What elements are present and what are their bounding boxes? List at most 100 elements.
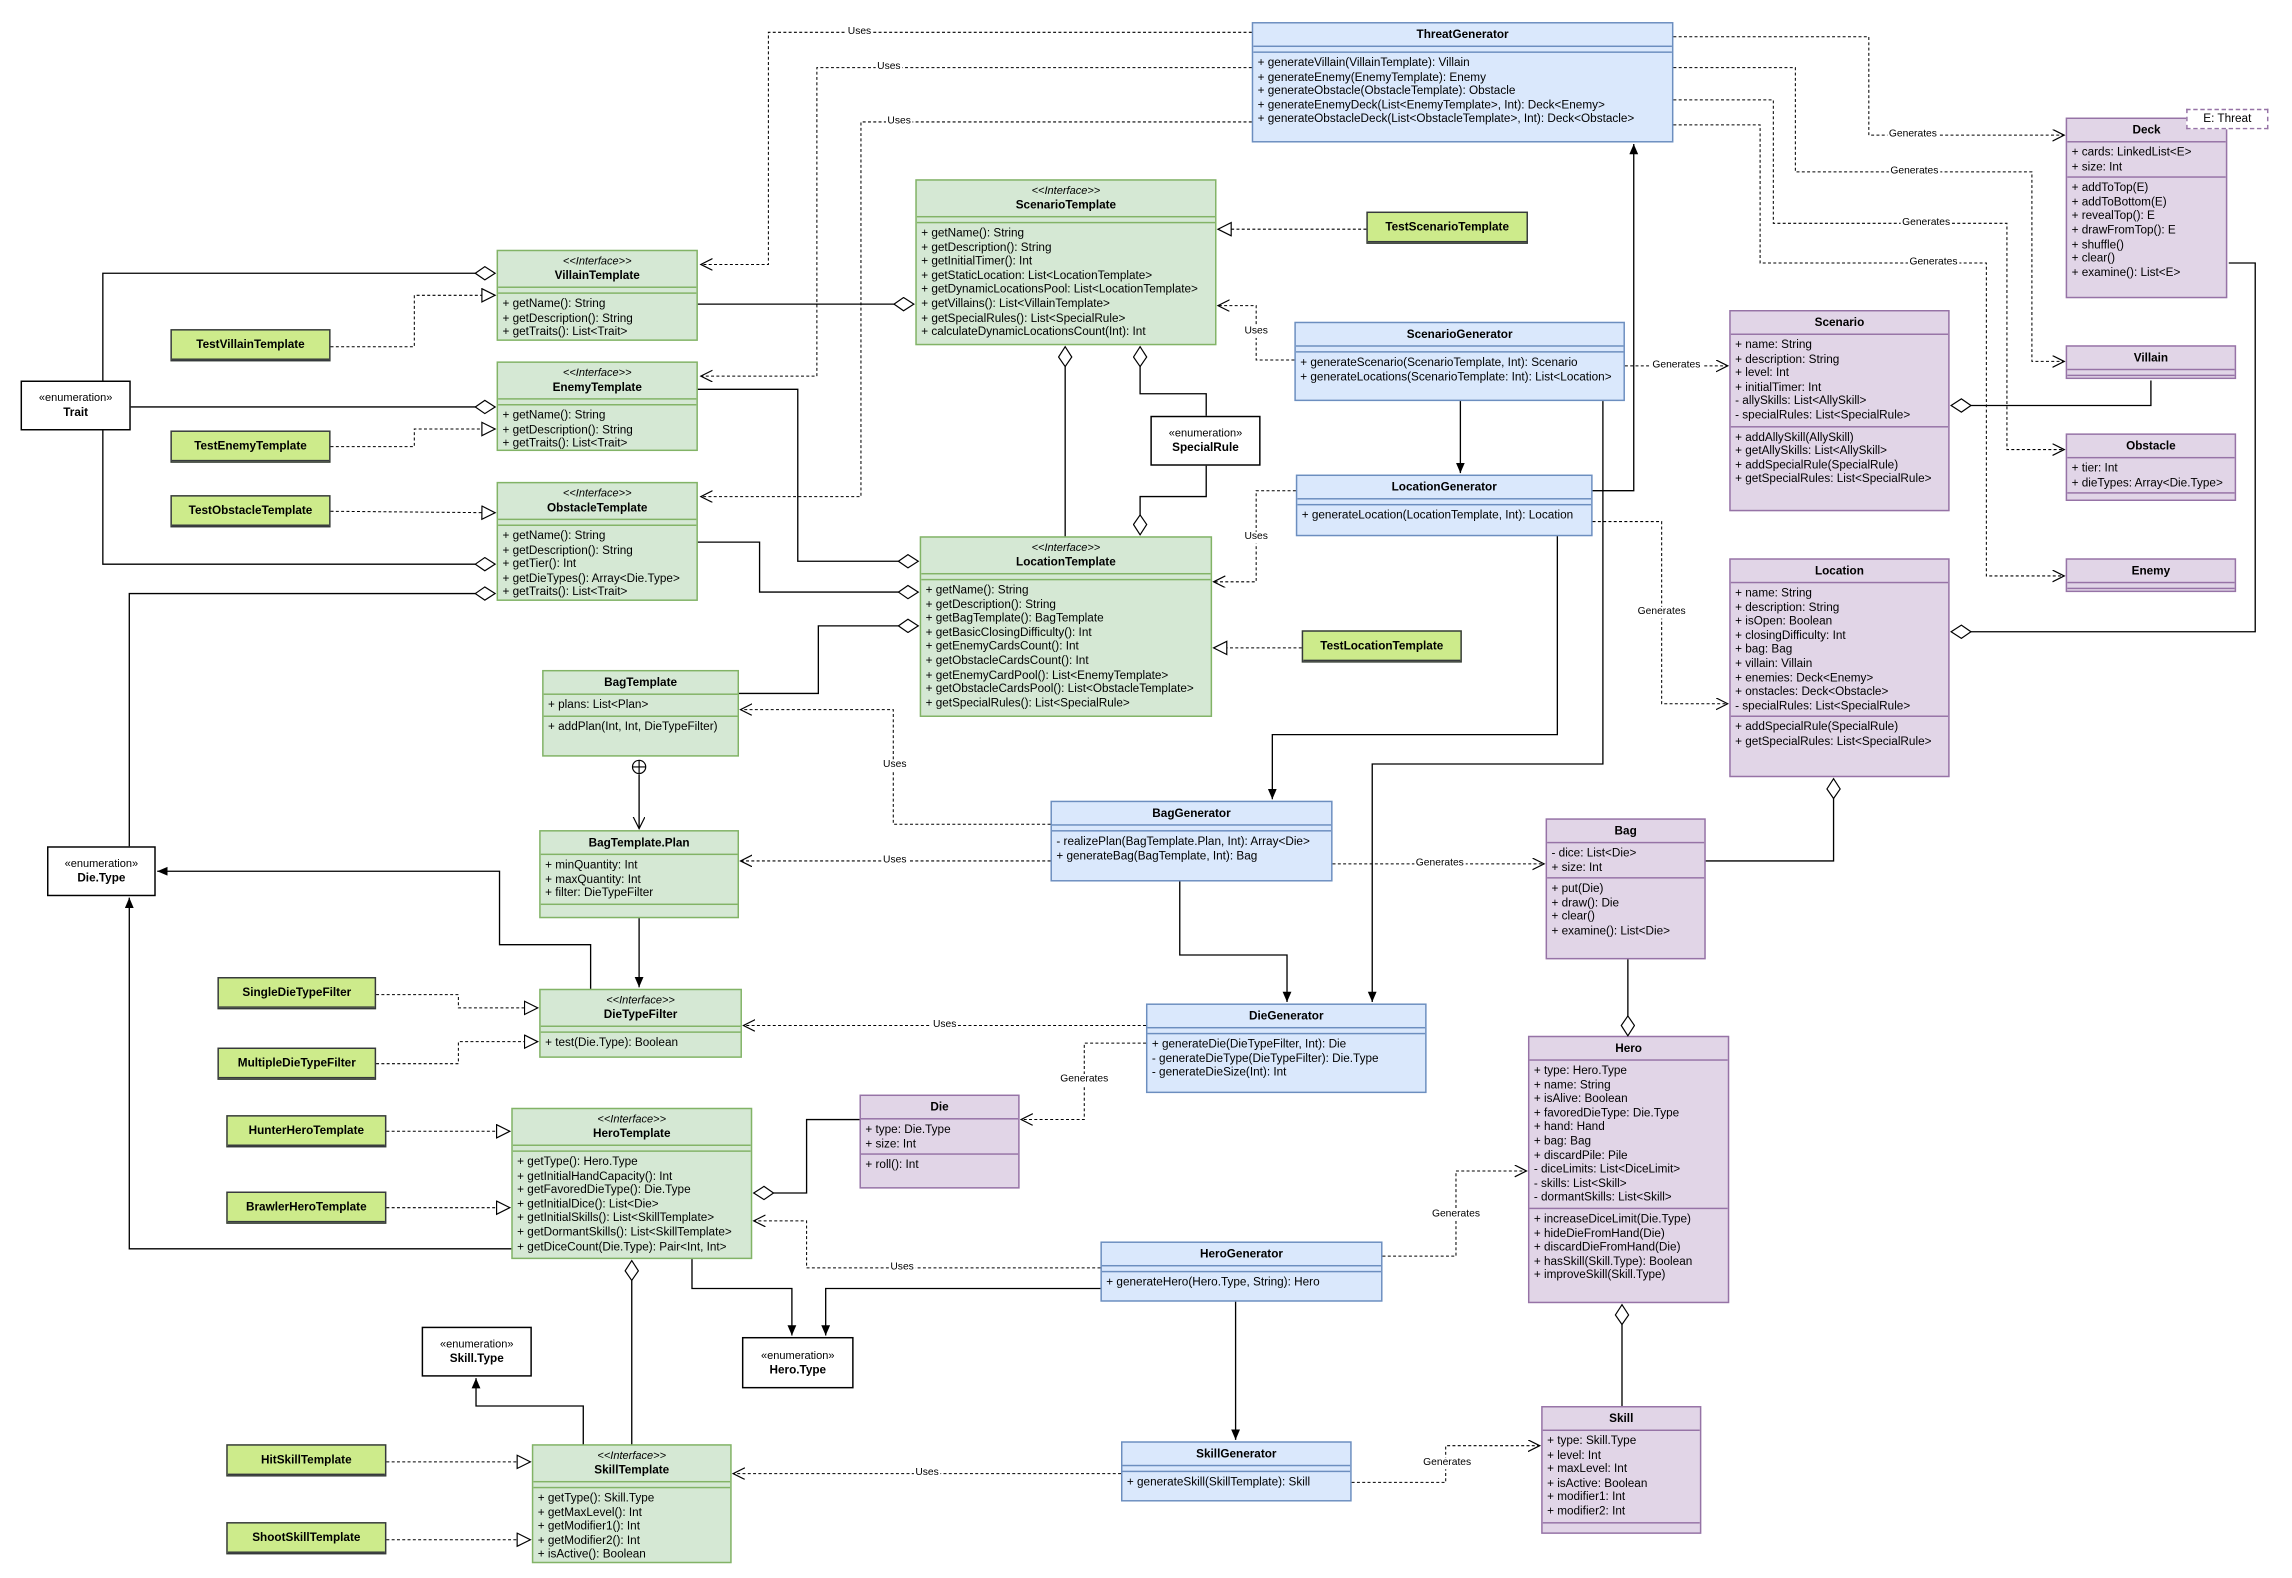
edge-label: Generates <box>1414 858 1466 870</box>
class-die[interactable]: Die + type: Die.Type + size: Int + roll(): … <box>859 1094 1020 1189</box>
realization-line <box>376 994 538 1008</box>
class-bag-generator[interactable]: BagGenerator - realizePlan(BagTemplate.Pl… <box>1050 800 1333 882</box>
class-enemy-template[interactable]: <<Interface>> EnemyTemplate + getName(): S… <box>496 361 698 452</box>
class-obstacle-template[interactable]: <<Interface>> ObstacleTemplate + getName()… <box>496 481 698 601</box>
class-test-location-template[interactable]: TestLocationTemplate <box>1301 630 1462 663</box>
method: + discardDieFromHand(Die) <box>1533 1240 1681 1254</box>
attribute: + bag: Bag <box>1735 642 1793 656</box>
edge-label: Generates <box>1636 606 1688 619</box>
class-hero-generator[interactable]: HeroGenerator + generateHero(Hero.Type, S… <box>1100 1241 1383 1302</box>
method: + getSpecialRules(): List<SpecialRule> <box>925 696 1130 710</box>
class-name: BrawlerHeroTemplate <box>245 1200 367 1214</box>
class-bag-template[interactable]: BagTemplate + plans: List<Plan> + addPlan(… <box>542 669 740 757</box>
class-name: ScenarioGenerator <box>1406 327 1513 341</box>
realization-line <box>376 1042 538 1065</box>
method: + generateBag(BagTemplate, Int): Bag <box>1056 848 1258 862</box>
class-test-obstacle-template[interactable]: TestObstacleTemplate <box>170 495 331 528</box>
class-scenario-generator[interactable]: ScenarioGenerator + generateScenario(Scen… <box>1294 321 1625 402</box>
attribute: + closingDifficulty: Int <box>1735 628 1846 642</box>
aggregation-line <box>1140 347 1207 416</box>
aggregation-line <box>102 273 495 381</box>
method: + getDescription(): String <box>502 422 633 436</box>
realization-line <box>330 295 496 348</box>
method: + hasSkill(Skill.Type): Boolean <box>1533 1254 1693 1268</box>
method: + getTier(): Int <box>502 557 577 571</box>
class-header: <<Interface>> HeroTemplate <box>512 1109 751 1146</box>
class-threat-generator[interactable]: ThreatGenerator + generateVillain(Villain… <box>1251 22 1674 143</box>
class-header: HunterHeroTemplate <box>227 1117 385 1146</box>
class-test-enemy-template[interactable]: TestEnemyTemplate <box>170 430 331 463</box>
class-name: BagTemplate.Plan <box>588 835 690 850</box>
attribute: + discardPile: Pile <box>1533 1148 1628 1162</box>
association-line <box>1179 881 1292 1002</box>
methods-section: + test(Die.Type): Boolean <box>541 1033 741 1057</box>
class-test-villain-template[interactable]: TestVillainTemplate <box>170 329 331 362</box>
class-header: TestScenarioTemplate <box>1367 213 1527 243</box>
method: + getName(): String <box>502 528 606 543</box>
class-header: Villain <box>2067 347 2235 371</box>
class-hit-skill-template[interactable]: HitSkillTemplate <box>226 1444 387 1477</box>
class-location-generator[interactable]: LocationGenerator + generateLocation(Loca… <box>1295 474 1593 537</box>
class-multiple-die-type-filter[interactable]: MultipleDieTypeFilter <box>217 1047 377 1080</box>
class-obstacle[interactable]: Obstacle + tier: Int + dieTypes: Array<Die… <box>2065 433 2237 501</box>
class-stereotype: <<Interface>> <box>597 1448 667 1462</box>
association-line <box>1592 143 1639 492</box>
class-header: Die <box>860 1096 1019 1120</box>
aggregation-line <box>128 594 495 847</box>
class-location[interactable]: Location + name: String + description: Str… <box>1729 558 1950 778</box>
aggregation-line <box>1705 779 1834 862</box>
class-shoot-skill-template[interactable]: ShootSkillTemplate <box>226 1522 387 1555</box>
class-skill-template[interactable]: <<Interface>> SkillTemplate + getType(): S… <box>531 1444 732 1564</box>
class-scenario-template[interactable]: <<Interface>> ScenarioTemplate + getName()… <box>915 179 1217 346</box>
class-name: Villain <box>2133 351 2169 365</box>
attributes-section <box>172 360 329 361</box>
class-header: <<Interface>> ObstacleTemplate <box>498 483 697 521</box>
class-header: Location <box>1730 560 1949 584</box>
class-header: TestVillainTemplate <box>171 331 330 360</box>
attributes-section: + cards: LinkedList<E> + size: Int <box>2067 143 2226 179</box>
class-single-die-type-filter[interactable]: SingleDieTypeFilter <box>217 977 377 1010</box>
method: - realizePlan(BagTemplate.Plan, Int): Ar… <box>1056 834 1310 848</box>
class-villain[interactable]: Villain <box>2065 345 2237 380</box>
class-hunter-hero-template[interactable]: HunterHeroTemplate <box>226 1115 387 1148</box>
class-die-generator[interactable]: DieGenerator + generateDie(DieTypeFilter,… <box>1145 1003 1427 1094</box>
method: - generateDieSize(Int): Int <box>1151 1065 1287 1079</box>
class-bag[interactable]: Bag - dice: List<Die> + size: Int + put(Die… <box>1545 818 1706 960</box>
class-header: <<Interface>> SkillTemplate <box>533 1446 731 1483</box>
attribute: + size: Int <box>2071 159 2123 173</box>
enum-skill-type[interactable]: «enumeration» Skill.Type <box>421 1326 532 1377</box>
method: + addAllySkill(AllySkill) <box>1735 429 1854 444</box>
class-test-scenario-template[interactable]: TestScenarioTemplate <box>1366 211 1528 244</box>
class-skill[interactable]: Skill + type: Skill.Type + level: Int + max… <box>1541 1406 1702 1534</box>
class-brawler-hero-template[interactable]: BrawlerHeroTemplate <box>226 1191 387 1224</box>
class-header: DieGenerator <box>1147 1005 1426 1029</box>
class-die-type-filter[interactable]: <<Interface>> DieTypeFilter + test(Die.Typ… <box>539 988 742 1058</box>
attributes-section: + type: Skill.Type + level: Int + maxLevel… <box>1542 1431 1700 1523</box>
method: + addPlan(Int, Int, DieTypeFilter) <box>548 719 718 733</box>
method: + generateEnemy(EnemyTemplate): Enemy <box>1257 69 1486 84</box>
class-location-template[interactable]: <<Interface>> LocationTemplate + getName()… <box>919 536 1213 717</box>
edge-label: Generates <box>1430 1209 1482 1221</box>
methods-section <box>2067 376 2234 377</box>
attributes-section <box>172 526 329 527</box>
class-scenario[interactable]: Scenario + name: String + description: Str… <box>1729 310 1950 512</box>
enum-trait[interactable]: «enumeration» Trait <box>20 380 131 431</box>
class-skill-generator[interactable]: SkillGenerator + generateSkill(SkillTempl… <box>1120 1441 1352 1502</box>
class-hero-template[interactable]: <<Interface>> HeroTemplate + getType(): He… <box>511 1107 753 1260</box>
class-name: VillainTemplate <box>554 268 640 283</box>
enum-hero-type[interactable]: «enumeration» Hero.Type <box>741 1336 854 1389</box>
enum-die-type[interactable]: «enumeration» Die.Type <box>47 846 156 897</box>
class-villain-template[interactable]: <<Interface>> VillainTemplate + getName():… <box>496 249 698 341</box>
class-deck[interactable]: Deck + cards: LinkedList<E> + size: Int + a… <box>2065 117 2228 299</box>
class-enemy[interactable]: Enemy <box>2065 558 2237 593</box>
enum-special-rule[interactable]: «enumeration» SpecialRule <box>1150 415 1261 466</box>
attribute: + description: String <box>1735 600 1840 614</box>
class-header: SingleDieTypeFilter <box>218 978 375 1008</box>
method: - generateDieType(DieTypeFilter): Die.Ty… <box>1151 1051 1379 1065</box>
class-name: MultipleDieTypeFilter <box>237 1056 356 1070</box>
attribute: - allySkills: List<AllySkill> <box>1735 394 1867 408</box>
method: + addSpecialRule(SpecialRule) <box>1735 720 1899 734</box>
class-bag-template-plan[interactable]: BagTemplate.Plan + minQuantity: Int + maxQ… <box>539 830 740 919</box>
class-hero[interactable]: Hero + type: Hero.Type + name: String + isA… <box>1527 1035 1730 1304</box>
class-header: Bag <box>1547 820 1705 844</box>
